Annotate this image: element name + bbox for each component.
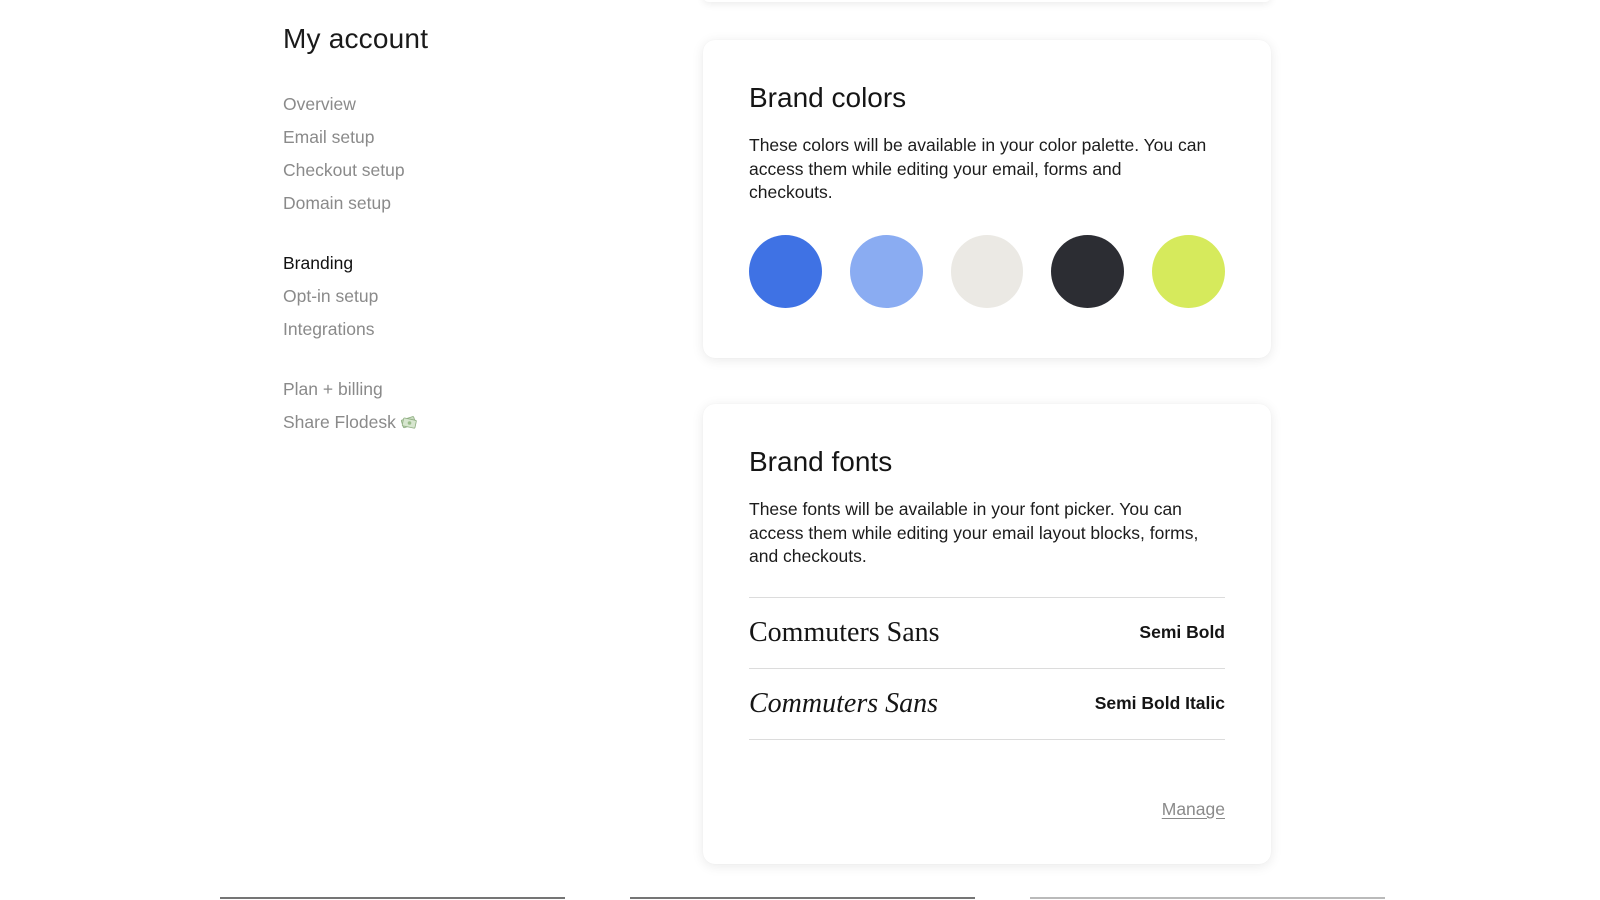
- font-list: Commuters Sans Semi Bold Commuters Sans …: [749, 596, 1225, 740]
- font-name: Commuters Sans: [749, 687, 939, 719]
- bottom-divider: [220, 897, 565, 899]
- font-weight: Semi Bold Italic: [1094, 693, 1225, 713]
- manage-fonts-link[interactable]: Manage: [1162, 799, 1225, 820]
- sidebar-item-share-flodesk[interactable]: Share Flodesk: [283, 406, 583, 439]
- font-weight: Semi Bold: [1139, 622, 1225, 642]
- sidebar-item-domain-setup[interactable]: Domain setup: [283, 187, 583, 220]
- sidebar-item-email-setup[interactable]: Email setup: [283, 121, 583, 154]
- account-sidebar: My account Overview Email setup Checkout…: [283, 20, 583, 439]
- page-title: My account: [283, 23, 429, 54]
- sidebar-item-label: Share Flodesk: [283, 412, 396, 432]
- sidebar-item-checkout-setup[interactable]: Checkout setup: [283, 154, 583, 187]
- sidebar-item-integrations[interactable]: Integrations: [283, 313, 583, 346]
- color-swatch[interactable]: [950, 234, 1024, 308]
- font-row[interactable]: Commuters Sans Semi Bold: [749, 598, 1225, 669]
- brand-colors-title: Brand colors: [749, 82, 907, 113]
- nav-group-account: Overview Email setup Checkout setup Doma…: [283, 88, 583, 220]
- color-swatch[interactable]: [1051, 234, 1125, 308]
- color-swatch[interactable]: [849, 234, 923, 308]
- branding-page: My account Overview Email setup Checkout…: [0, 0, 1600, 900]
- brand-fonts-description: These fonts will be available in your fo…: [749, 499, 1199, 566]
- bottom-divider: [630, 897, 975, 899]
- color-swatch[interactable]: [1152, 234, 1225, 308]
- font-name: Commuters Sans: [749, 616, 940, 648]
- brand-fonts-card: Brand fonts These fonts will be availabl…: [703, 404, 1271, 864]
- font-row[interactable]: Commuters Sans Semi Bold Italic: [749, 669, 1225, 740]
- color-swatch[interactable]: [749, 234, 822, 308]
- color-swatches: [749, 234, 1225, 308]
- previous-card-edge: [703, 0, 1271, 2]
- sidebar-item-plan-billing[interactable]: Plan + billing: [283, 373, 583, 406]
- sidebar-item-overview[interactable]: Overview: [283, 88, 583, 121]
- brand-colors-description: These colors will be available in your c…: [749, 135, 1207, 202]
- brand-fonts-title: Brand fonts: [749, 446, 893, 477]
- sidebar-item-branding[interactable]: Branding: [283, 247, 583, 280]
- brand-colors-card: Brand colors These colors will be availa…: [703, 40, 1271, 358]
- bottom-divider: [1030, 897, 1385, 899]
- nav-group-brand: Branding Opt-in setup Integrations: [283, 247, 583, 346]
- nav-group-billing: Plan + billing Share Flodesk: [283, 373, 583, 439]
- sidebar-item-opt-in-setup[interactable]: Opt-in setup: [283, 280, 583, 313]
- money-icon: [400, 416, 417, 429]
